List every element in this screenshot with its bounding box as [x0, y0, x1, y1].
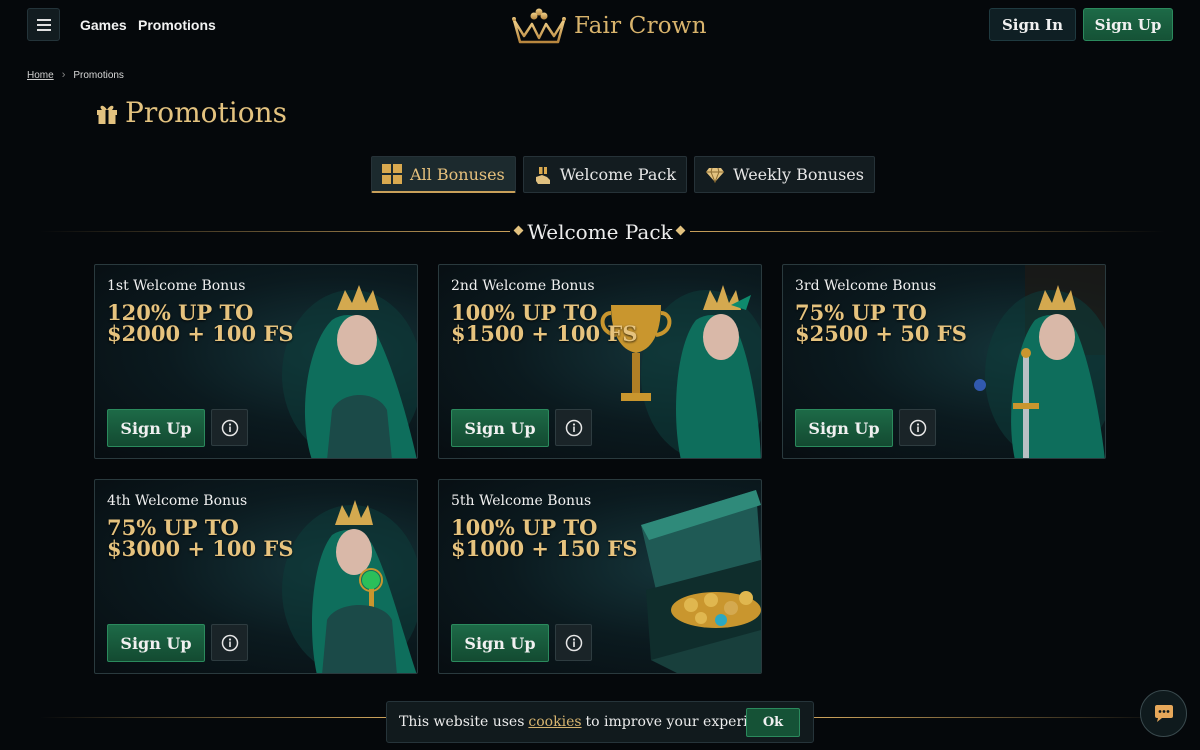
tab-all-bonuses[interactable]: All Bonuses — [371, 156, 516, 193]
card-info-button[interactable] — [899, 409, 936, 446]
page-title-text: Promotions — [125, 96, 287, 129]
header: Games Promotions Fair Crown Sign In Sign… — [0, 0, 1200, 52]
info-icon — [221, 634, 238, 651]
breadcrumb-current: Promotions — [73, 69, 124, 81]
section-heading: Welcome Pack — [0, 218, 1200, 246]
chat-button[interactable] — [1140, 690, 1187, 737]
menu-bar-icon — [36, 23, 51, 26]
card-sign-up-button[interactable]: Sign Up — [451, 409, 549, 447]
bonus-card-5: 5th Welcome Bonus 100% UP TO $1000 + 150… — [438, 479, 762, 674]
card-sign-up-button[interactable]: Sign Up — [107, 624, 205, 662]
promo-tabs: All Bonuses Welcome Pack Weekly Bonuses — [371, 156, 875, 193]
page-title: Promotions — [95, 96, 287, 129]
card-title: 5th Welcome Bonus — [451, 493, 592, 509]
logo-text: Fair Crown — [574, 13, 707, 39]
diamond-icon — [706, 167, 725, 183]
card-sign-up-button[interactable]: Sign Up — [451, 624, 549, 662]
info-icon — [565, 419, 582, 436]
divider-line — [690, 231, 1165, 232]
hamburger-menu-button[interactable] — [27, 8, 60, 41]
cookie-banner: This website uses cookies to improve you… — [386, 701, 814, 743]
breadcrumb-home[interactable]: Home — [27, 70, 54, 81]
tab-label: All Bonuses — [410, 164, 505, 184]
bonus-card-3: 3rd Welcome Bonus 75% UP TO $2500 + 50 F… — [782, 264, 1106, 459]
info-icon — [565, 634, 582, 651]
tab-welcome-pack[interactable]: Welcome Pack — [522, 156, 688, 193]
hand-gift-icon — [535, 166, 550, 184]
menu-bar-icon — [36, 28, 51, 31]
bonus-card-4: 4th Welcome Bonus 75% UP TO $3000 + 100 … — [94, 479, 418, 674]
crown-logo-icon — [512, 8, 566, 44]
card-offer: 120% UP TO $2000 + 100 FS — [107, 300, 294, 346]
card-info-button[interactable] — [211, 409, 248, 446]
card-title: 1st Welcome Bonus — [107, 278, 246, 294]
tab-label: Weekly Bonuses — [733, 165, 864, 184]
chat-bubble-icon — [1154, 704, 1173, 722]
info-icon — [221, 419, 238, 436]
breadcrumb: Home › Promotions — [27, 69, 124, 81]
tab-weekly-bonuses[interactable]: Weekly Bonuses — [694, 156, 875, 193]
bonus-card-1: 1st Welcome Bonus 120% UP TO $2000 + 100… — [94, 264, 418, 459]
cookie-text: This website uses — [399, 714, 525, 730]
diamond-ornament-icon — [675, 225, 686, 236]
card-offer: 100% UP TO $1500 + 100 FS — [451, 300, 638, 346]
card-title: 2nd Welcome Bonus — [451, 278, 595, 294]
card-sign-up-button[interactable]: Sign Up — [107, 409, 205, 447]
grid-icon — [382, 164, 402, 184]
card-title: 4th Welcome Bonus — [107, 493, 248, 509]
divider-line — [40, 231, 510, 232]
gift-icon — [97, 105, 117, 124]
card-offer: 75% UP TO $3000 + 100 FS — [107, 515, 294, 561]
card-info-button[interactable] — [555, 624, 592, 661]
card-info-button[interactable] — [555, 409, 592, 446]
card-title: 3rd Welcome Bonus — [795, 278, 937, 294]
diamond-ornament-icon — [513, 225, 524, 236]
tab-label: Welcome Pack — [559, 165, 677, 184]
info-icon — [909, 419, 926, 436]
cookies-link[interactable]: cookies — [528, 714, 581, 730]
sign-up-button[interactable]: Sign Up — [1083, 8, 1173, 41]
card-offer: 75% UP TO $2500 + 50 FS — [795, 300, 967, 346]
cookie-ok-button[interactable]: Ok — [746, 708, 800, 737]
sign-in-button[interactable]: Sign In — [989, 8, 1076, 41]
card-info-button[interactable] — [211, 624, 248, 661]
chevron-right-icon: › — [61, 69, 66, 81]
nav-games[interactable]: Games — [80, 17, 127, 33]
card-offer: 100% UP TO $1000 + 150 FS — [451, 515, 638, 561]
card-sign-up-button[interactable]: Sign Up — [795, 409, 893, 447]
nav-promotions[interactable]: Promotions — [138, 17, 216, 33]
section-title: Welcome Pack — [527, 220, 673, 244]
logo[interactable]: Fair Crown — [510, 6, 707, 46]
bonus-card-2: 2nd Welcome Bonus 100% UP TO $1500 + 100… — [438, 264, 762, 459]
menu-bar-icon — [36, 18, 51, 21]
